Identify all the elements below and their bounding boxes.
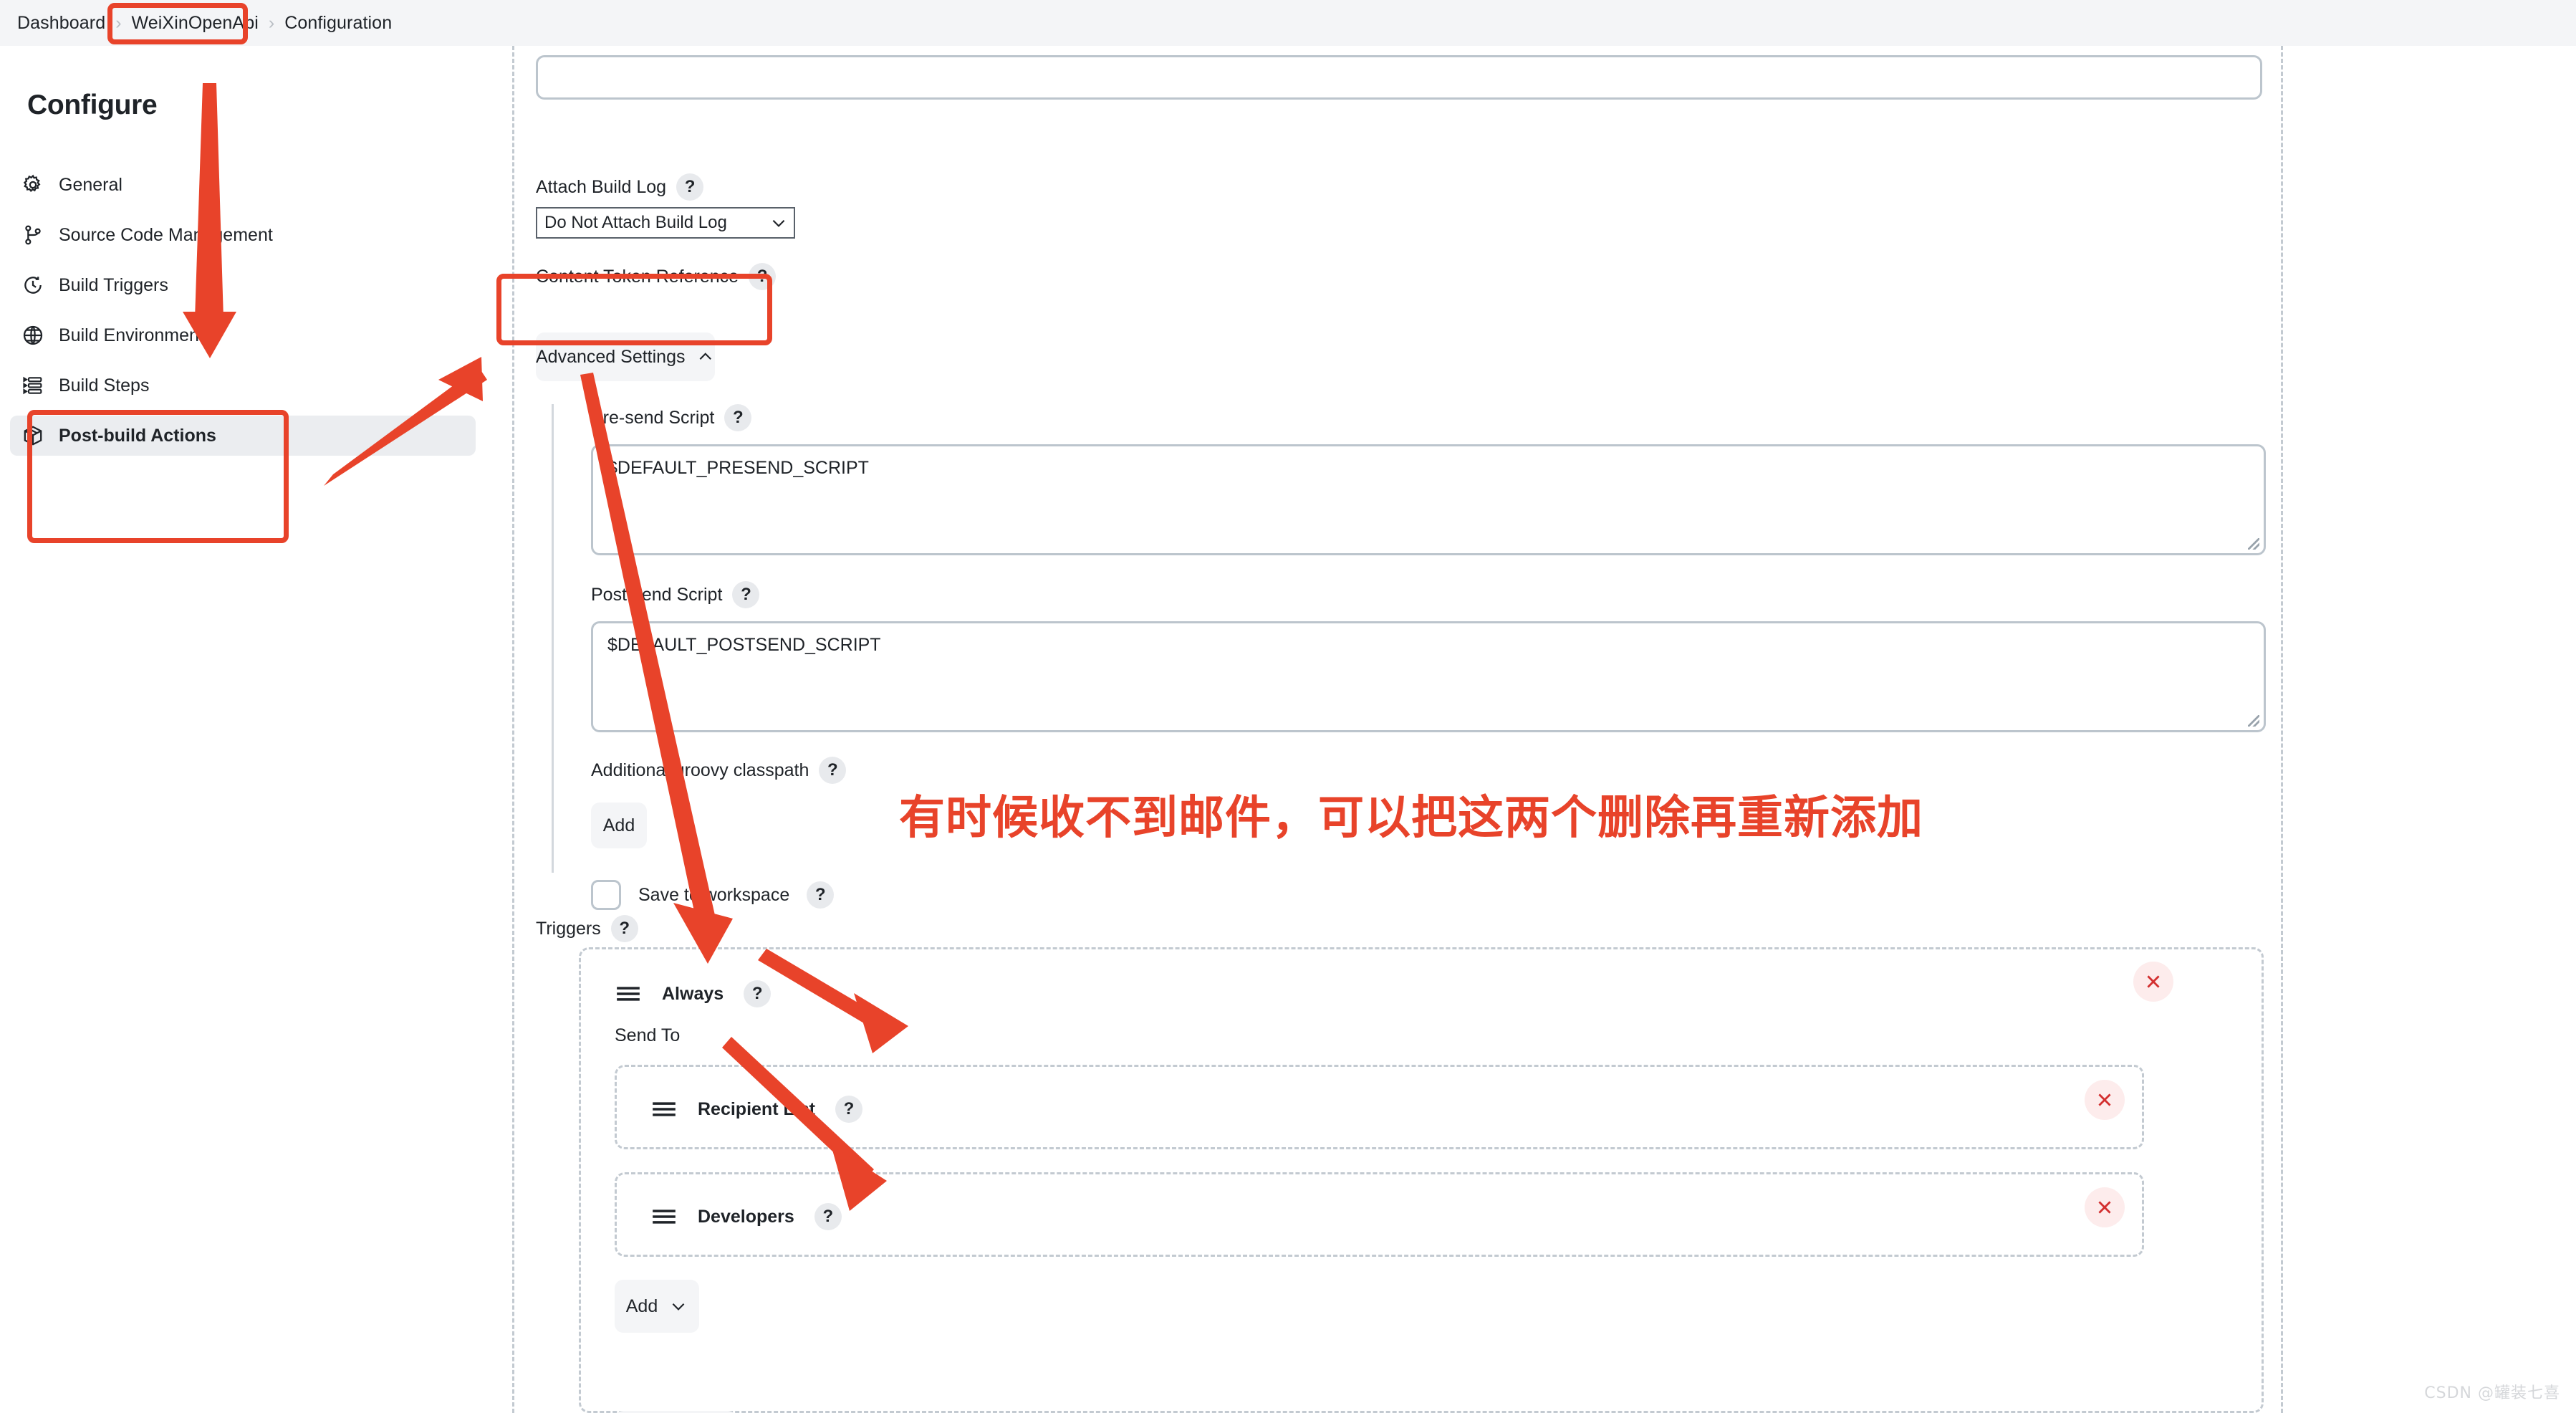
developers-title: Developers bbox=[698, 1206, 794, 1227]
breadcrumb-item-dashboard[interactable]: Dashboard bbox=[11, 10, 111, 37]
breadcrumb: Dashboard › WeiXinOpenApi › Configuratio… bbox=[0, 0, 2576, 46]
save-to-workspace-row[interactable]: Save to workspace ? bbox=[591, 880, 2264, 910]
triggers-label: Triggers ? bbox=[536, 915, 638, 942]
resize-grip-icon[interactable] bbox=[2248, 538, 2259, 550]
postsend-script-label-text: Post-send Script bbox=[591, 584, 723, 605]
sidebar-item-label: Source Code Management bbox=[59, 224, 273, 245]
groovy-classpath-label-text: Additional groovy classpath bbox=[591, 760, 809, 780]
gear-icon bbox=[23, 174, 41, 193]
content-token-reference-label: Content Token Reference ? bbox=[536, 263, 777, 290]
sidebar-item-label: Post-build Actions bbox=[59, 425, 216, 446]
help-icon[interactable]: ? bbox=[744, 980, 772, 1007]
breadcrumb-item-configuration[interactable]: Configuration bbox=[279, 10, 398, 37]
postsend-script-label: Post-send Script ? bbox=[591, 581, 2264, 608]
content-token-reference-text: Content Token Reference bbox=[536, 266, 739, 287]
attach-build-log-select[interactable]: Do Not Attach Build Log bbox=[536, 207, 795, 239]
watermark: CSDN @罐装七喜 bbox=[2424, 1384, 2560, 1402]
groovy-classpath-add-label: Add bbox=[602, 815, 635, 835]
attach-build-log-text: Attach Build Log bbox=[536, 176, 667, 197]
advanced-settings-toggle-button[interactable]: Advanced Settings bbox=[536, 332, 715, 381]
globe-icon bbox=[23, 325, 43, 345]
sidebar-item-source-code-management[interactable]: Source Code Management bbox=[10, 215, 476, 255]
sidebar-item-build-environment[interactable]: Build Environment bbox=[10, 315, 476, 355]
help-icon[interactable]: ? bbox=[676, 173, 704, 201]
chevron-down-icon bbox=[672, 1303, 685, 1311]
resize-grip-icon[interactable] bbox=[2248, 715, 2259, 727]
page-title: Configure bbox=[27, 90, 158, 120]
chevron-up-icon bbox=[700, 353, 712, 360]
screen-root: Dashboard › WeiXinOpenApi › Configuratio… bbox=[0, 0, 2576, 1413]
sidebar-item-build-steps[interactable]: Build Steps bbox=[10, 365, 476, 406]
trigger-always-delete-button[interactable] bbox=[2133, 962, 2173, 1002]
send-to-add-label: Add bbox=[625, 1295, 658, 1316]
breadcrumb-separator-icon: › bbox=[115, 12, 122, 33]
help-icon[interactable]: ? bbox=[835, 1096, 862, 1123]
help-icon[interactable]: ? bbox=[732, 581, 760, 608]
sidebar-item-label: Build Steps bbox=[59, 375, 150, 396]
presend-script-label: Pre-send Script ? bbox=[591, 404, 2264, 431]
help-icon[interactable]: ? bbox=[610, 915, 638, 942]
presend-script-label-text: Pre-send Script bbox=[591, 407, 715, 428]
drag-handle-icon[interactable] bbox=[650, 1100, 678, 1119]
help-icon[interactable]: ? bbox=[814, 1203, 842, 1230]
recipient-list-delete-button[interactable] bbox=[2085, 1080, 2125, 1120]
trigger-always-title: Always bbox=[662, 983, 724, 1004]
advanced-settings-label: Advanced Settings bbox=[536, 346, 686, 367]
presend-script-value: $DEFAULT_PRESEND_SCRIPT bbox=[607, 458, 869, 478]
developers-header[interactable]: Developers ? bbox=[650, 1203, 842, 1230]
help-icon[interactable]: ? bbox=[749, 263, 777, 290]
sidebar-item-general[interactable]: General bbox=[10, 165, 476, 205]
postsend-script-textarea[interactable]: $DEFAULT_POSTSEND_SCRIPT bbox=[591, 621, 2266, 732]
annotation-note: 有时候收不到邮件，可以把这两个删除再重新添加 bbox=[899, 792, 1923, 845]
close-icon bbox=[2098, 1201, 2111, 1214]
help-icon[interactable]: ? bbox=[819, 757, 847, 784]
help-icon[interactable]: ? bbox=[807, 881, 835, 909]
send-to-add-button[interactable]: Add bbox=[615, 1280, 699, 1333]
attach-build-log-label: Attach Build Log ? bbox=[536, 173, 704, 201]
attach-build-log-selected-value: Do Not Attach Build Log bbox=[544, 213, 727, 232]
recipient-list-header[interactable]: Recipient List ? bbox=[650, 1096, 862, 1123]
sidebar-item-label: General bbox=[59, 174, 122, 195]
help-icon[interactable]: ? bbox=[724, 404, 752, 431]
close-icon bbox=[2098, 1093, 2111, 1106]
clock-icon bbox=[24, 277, 42, 294]
drag-handle-icon[interactable] bbox=[615, 985, 642, 1003]
sidebar: General Source Code Management Build Tri… bbox=[10, 165, 476, 466]
postsend-script-value: $DEFAULT_POSTSEND_SCRIPT bbox=[607, 635, 881, 655]
branch-icon bbox=[25, 225, 41, 245]
groovy-classpath-add-button[interactable]: Add bbox=[591, 803, 647, 848]
sidebar-item-label: Build Environment bbox=[59, 325, 204, 345]
breadcrumb-item-job[interactable]: WeiXinOpenApi bbox=[126, 10, 264, 37]
presend-script-textarea[interactable]: $DEFAULT_PRESEND_SCRIPT bbox=[591, 444, 2266, 555]
list-icon bbox=[23, 376, 42, 395]
send-to-label: Send To bbox=[615, 1025, 681, 1045]
groovy-classpath-label: Additional groovy classpath ? bbox=[591, 757, 2264, 784]
save-to-workspace-label: Save to workspace bbox=[638, 884, 790, 905]
drag-handle-icon[interactable] bbox=[650, 1207, 678, 1226]
developers-delete-button[interactable] bbox=[2085, 1187, 2125, 1227]
sidebar-item-label: Build Triggers bbox=[59, 274, 168, 295]
breadcrumb-separator-icon: › bbox=[268, 12, 275, 33]
default-content-input[interactable] bbox=[536, 55, 2262, 100]
package-icon bbox=[24, 426, 42, 446]
postsend-script-field: Post-send Script ? $DEFAULT_POSTSEND_SCR… bbox=[591, 581, 2266, 732]
trigger-always-header[interactable]: Always ? bbox=[615, 980, 772, 1007]
configuration-form-panel: Attach Build Log ? Do Not Attach Build L… bbox=[512, 46, 2283, 1413]
sidebar-item-post-build-actions[interactable]: Post-build Actions bbox=[10, 416, 476, 456]
recipient-list-title: Recipient List bbox=[698, 1098, 815, 1119]
chevron-down-icon bbox=[772, 219, 785, 227]
triggers-label-text: Triggers bbox=[536, 918, 601, 939]
sidebar-item-build-triggers[interactable]: Build Triggers bbox=[10, 265, 476, 305]
close-icon bbox=[2147, 975, 2160, 988]
presend-script-field: Pre-send Script ? $DEFAULT_PRESEND_SCRIP… bbox=[591, 404, 2266, 555]
save-to-workspace-checkbox[interactable] bbox=[591, 880, 621, 910]
recipient-card-developers bbox=[615, 1172, 2144, 1257]
